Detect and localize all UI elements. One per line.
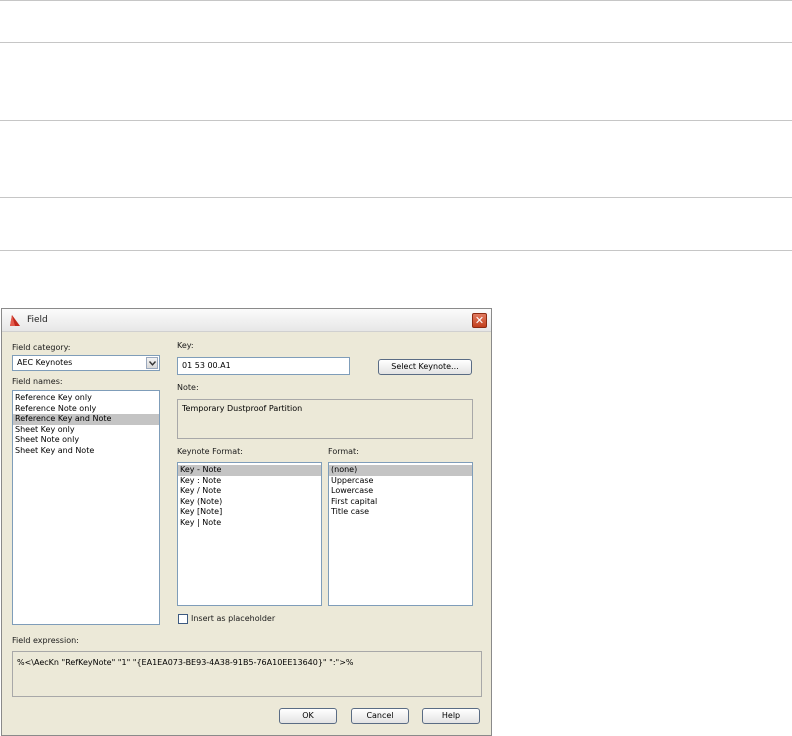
list-item[interactable]: Reference Note only bbox=[13, 404, 159, 415]
note-label: Note: bbox=[177, 383, 199, 392]
list-item[interactable]: Reference Key and Note bbox=[13, 414, 159, 425]
help-button[interactable]: Help bbox=[422, 708, 480, 724]
insert-placeholder-checkbox[interactable] bbox=[178, 614, 188, 624]
title-bar[interactable]: Field ✕ bbox=[2, 309, 491, 332]
list-item[interactable]: Key - Note bbox=[178, 465, 321, 476]
format-label: Format: bbox=[328, 447, 359, 456]
cancel-button[interactable]: Cancel bbox=[351, 708, 409, 724]
list-item[interactable]: Key / Note bbox=[178, 486, 321, 497]
list-item[interactable]: Sheet Key and Note bbox=[13, 446, 159, 457]
chevron-down-icon[interactable] bbox=[146, 357, 158, 369]
field-expression-value: %<\AecKn "RefKeyNote" "1" "{EA1EA073-BE9… bbox=[17, 658, 354, 667]
field-category-label: Field category: bbox=[12, 343, 71, 352]
ok-button[interactable]: OK bbox=[279, 708, 337, 724]
divider-line bbox=[0, 197, 792, 198]
divider-line bbox=[0, 120, 792, 121]
list-item[interactable]: (none) bbox=[329, 465, 472, 476]
list-item[interactable]: Uppercase bbox=[329, 476, 472, 487]
note-field: Temporary Dustproof Partition bbox=[177, 399, 473, 439]
field-names-label: Field names: bbox=[12, 377, 63, 386]
close-button[interactable]: ✕ bbox=[472, 313, 487, 328]
window-title: Field bbox=[27, 315, 48, 325]
list-item[interactable]: Key | Note bbox=[178, 518, 321, 529]
field-category-select[interactable]: AEC Keynotes bbox=[12, 355, 160, 371]
list-item[interactable]: First capital bbox=[329, 497, 472, 508]
field-category-value: AEC Keynotes bbox=[17, 358, 73, 367]
insert-placeholder-label[interactable]: Insert as placeholder bbox=[191, 614, 275, 623]
key-value: 01 53 00.A1 bbox=[182, 361, 231, 370]
list-item[interactable]: Key : Note bbox=[178, 476, 321, 487]
key-label: Key: bbox=[177, 341, 194, 350]
list-item[interactable]: Reference Key only bbox=[13, 393, 159, 404]
format-list[interactable]: (none) Uppercase Lowercase First capital… bbox=[328, 462, 473, 606]
list-item[interactable]: Key (Note) bbox=[178, 497, 321, 508]
field-names-list[interactable]: Reference Key only Reference Note only R… bbox=[12, 390, 160, 625]
list-item[interactable]: Sheet Key only bbox=[13, 425, 159, 436]
field-dialog: Field ✕ Field category: AEC Keynotes Fie… bbox=[1, 308, 492, 736]
key-input[interactable]: 01 53 00.A1 bbox=[177, 357, 350, 375]
select-keynote-button[interactable]: Select Keynote... bbox=[378, 359, 472, 375]
app-logo-icon bbox=[10, 315, 20, 326]
list-item[interactable]: Title case bbox=[329, 507, 472, 518]
divider-line bbox=[0, 250, 792, 251]
divider-line bbox=[0, 42, 792, 43]
keynote-format-label: Keynote Format: bbox=[177, 447, 243, 456]
list-item[interactable]: Sheet Note only bbox=[13, 435, 159, 446]
list-item[interactable]: Key [Note] bbox=[178, 507, 321, 518]
note-value: Temporary Dustproof Partition bbox=[182, 404, 303, 413]
keynote-format-list[interactable]: Key - Note Key : Note Key / Note Key (No… bbox=[177, 462, 322, 606]
list-item[interactable]: Lowercase bbox=[329, 486, 472, 497]
divider-line bbox=[0, 0, 792, 1]
field-expression-label: Field expression: bbox=[12, 636, 79, 645]
field-expression-box: %<\AecKn "RefKeyNote" "1" "{EA1EA073-BE9… bbox=[12, 651, 482, 697]
